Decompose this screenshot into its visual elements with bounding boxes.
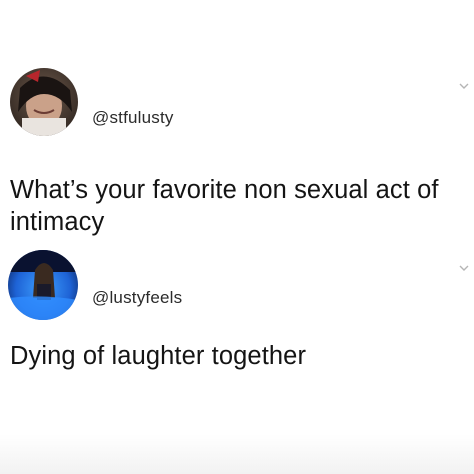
- bottom-shadow: [0, 434, 474, 474]
- tweet-card: @lustyfeels Dying of laughter together: [0, 250, 474, 370]
- tweet-screenshot: @stfulusty What’s your favorite non sexu…: [0, 0, 474, 474]
- user-avatar-icon: [10, 68, 78, 136]
- tweet-text: Dying of laughter together: [10, 342, 307, 370]
- avatar[interactable]: [10, 68, 78, 136]
- tweet-handle[interactable]: @stfulusty: [92, 108, 174, 128]
- tweet-card: @stfulusty What’s your favorite non sexu…: [0, 68, 474, 236]
- chevron-down-icon[interactable]: [458, 80, 470, 92]
- chevron-down-icon[interactable]: [458, 262, 470, 274]
- user-avatar-icon: [8, 250, 78, 320]
- tweet-header: @lustyfeels: [0, 250, 474, 322]
- tweet-header: @stfulusty: [0, 68, 474, 138]
- avatar[interactable]: [8, 250, 78, 320]
- tweet-handle[interactable]: @lustyfeels: [92, 288, 182, 308]
- tweet-text: What’s your favorite non sexual act of i…: [10, 176, 439, 236]
